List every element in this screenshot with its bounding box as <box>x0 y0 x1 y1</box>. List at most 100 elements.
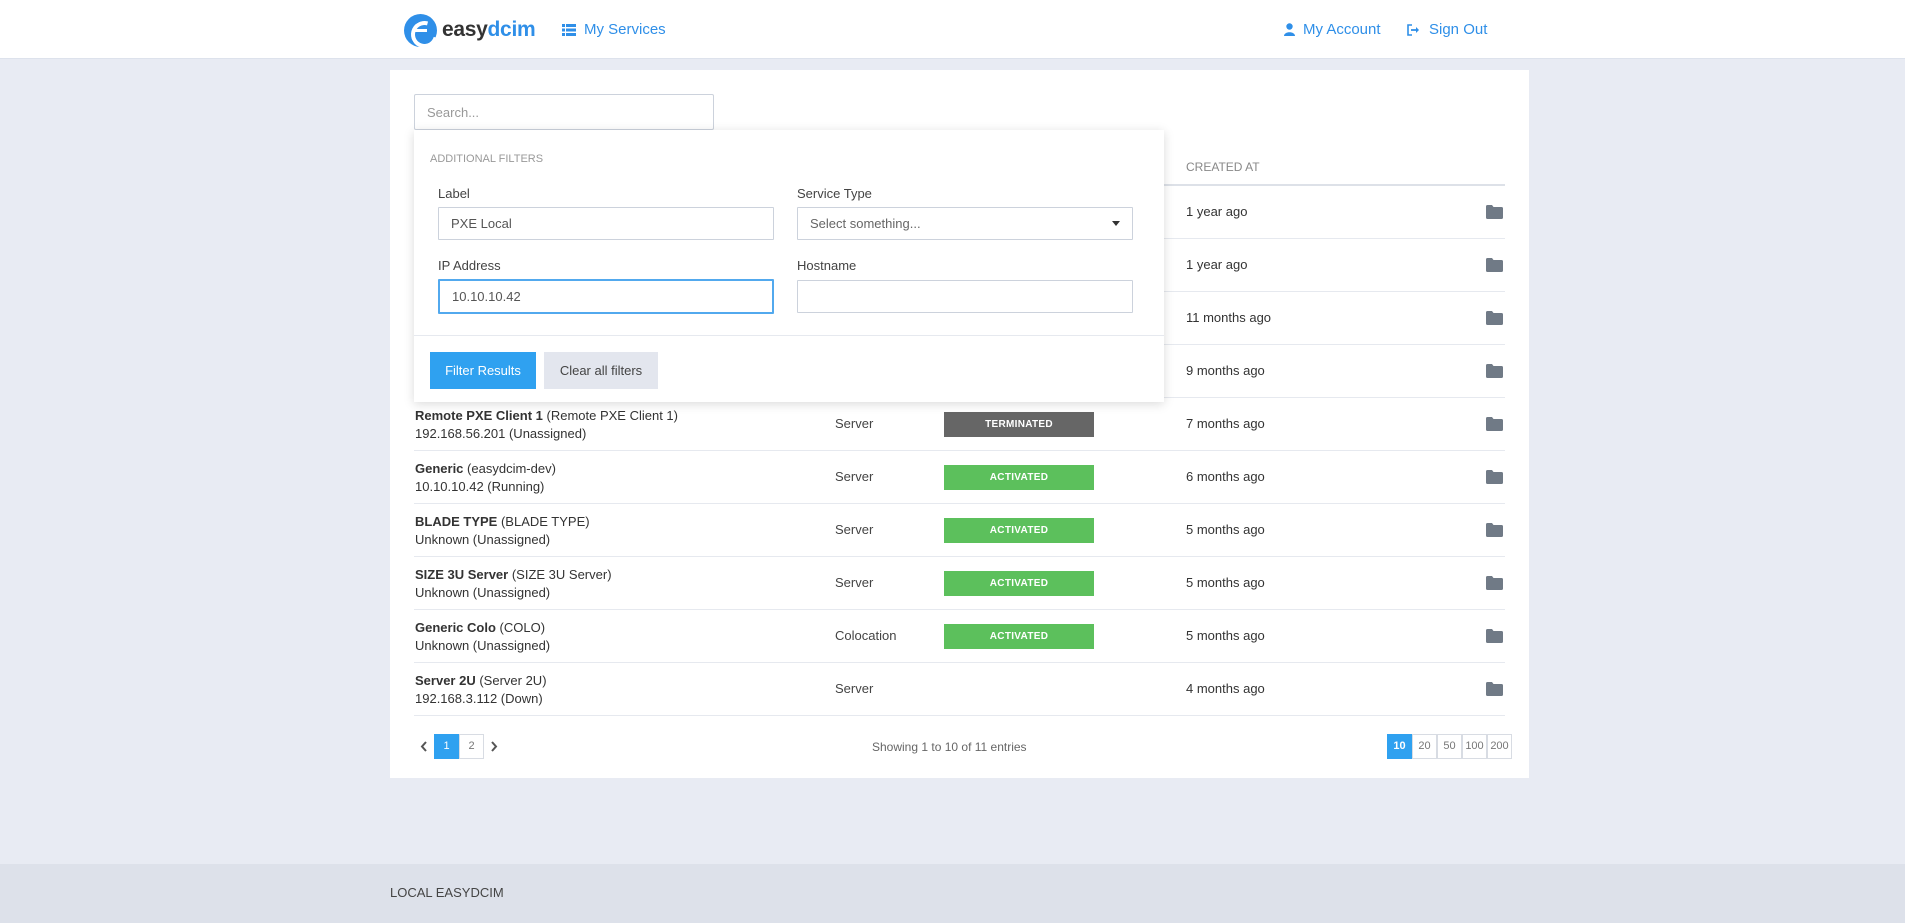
page-button-2[interactable]: 2 <box>459 734 484 759</box>
additional-filters-panel: ADDITIONAL FILTERS Label Service Type Se… <box>414 130 1164 402</box>
page-size-200[interactable]: 200 <box>1487 734 1512 759</box>
nav-sign-out[interactable]: Sign Out <box>1407 21 1487 38</box>
pagination: 1 2 <box>414 734 504 759</box>
hostname-filter-input[interactable] <box>797 280 1133 313</box>
nav-my-services[interactable]: My Services <box>562 21 666 38</box>
ip-address-filter-input[interactable] <box>438 279 774 314</box>
created-at-cell: 9 months ago <box>1186 363 1265 378</box>
table-row[interactable]: Remote PXE Client 1 (Remote PXE Client 1… <box>414 398 1505 451</box>
service-type-field-label: Service Type <box>797 186 872 201</box>
services-list-icon <box>562 23 576 36</box>
table-row[interactable]: Generic (easydcim-dev) 10.10.10.42 (Runni… <box>414 451 1505 504</box>
page-size-selector: 10 20 50 100 200 <box>1387 734 1512 759</box>
ip-address-field-label: IP Address <box>438 258 501 273</box>
service-name-cell: Remote PXE Client 1 (Remote PXE Client 1… <box>415 407 678 443</box>
service-type-cell: Server <box>835 575 874 590</box>
nav-my-services-label: My Services <box>584 21 666 38</box>
folder-icon[interactable] <box>1486 364 1503 378</box>
created-at-cell: 11 months ago <box>1186 310 1272 325</box>
service-type-cell: Server <box>835 469 874 484</box>
page-size-50[interactable]: 50 <box>1437 734 1462 759</box>
service-ip: Unknown (Unassigned) <box>415 532 551 547</box>
label-field-label: Label <box>438 186 470 201</box>
folder-icon[interactable] <box>1486 682 1503 696</box>
chevron-right-icon <box>491 741 498 752</box>
entries-info: Showing 1 to 10 of 11 entries <box>872 740 1027 754</box>
clear-filters-button[interactable]: Clear all filters <box>544 352 658 389</box>
service-name[interactable]: Generic Colo <box>415 620 496 635</box>
created-at-cell: 5 months ago <box>1186 628 1265 643</box>
service-label: (easydcim-dev) <box>467 461 556 476</box>
service-name-cell: SIZE 3U Server (SIZE 3U Server) Unknown (… <box>415 566 612 602</box>
service-name-cell: Generic Colo (COLO) Unknown (Unassigned) <box>415 619 550 655</box>
brand-name: easydcim <box>442 18 536 41</box>
nav-sign-out-label: Sign Out <box>1429 21 1488 38</box>
status-badge: ACTIVATED <box>944 465 1094 490</box>
folder-icon[interactable] <box>1486 311 1503 325</box>
service-name-cell: BLADE TYPE (BLADE TYPE) Unknown (Unassign… <box>415 513 590 549</box>
service-name[interactable]: SIZE 3U Server <box>415 567 508 582</box>
prev-page-button[interactable] <box>414 734 434 759</box>
sign-out-icon <box>1407 23 1419 36</box>
search-input[interactable] <box>414 94 714 130</box>
folder-icon[interactable] <box>1486 258 1503 272</box>
page-button-1[interactable]: 1 <box>434 734 459 759</box>
created-at-cell: 5 months ago <box>1186 522 1265 537</box>
table-row[interactable]: BLADE TYPE (BLADE TYPE) Unknown (Unassign… <box>414 504 1505 557</box>
service-label: (BLADE TYPE) <box>500 514 590 529</box>
label-filter-input[interactable] <box>438 207 774 240</box>
table-row[interactable]: SIZE 3U Server (SIZE 3U Server) Unknown (… <box>414 557 1505 610</box>
service-ip: 192.168.56.201 (Unassigned) <box>415 426 587 441</box>
folder-icon[interactable] <box>1486 576 1503 590</box>
brand-logo[interactable]: easydcim <box>404 12 536 48</box>
service-ip: 10.10.10.42 (Running) <box>415 479 545 494</box>
page-size-10[interactable]: 10 <box>1387 734 1412 759</box>
table-row[interactable]: Generic Colo (COLO) Unknown (Unassigned) … <box>414 610 1505 663</box>
created-at-cell: 5 months ago <box>1186 575 1265 590</box>
folder-icon[interactable] <box>1486 523 1503 537</box>
service-type-cell: Server <box>835 681 874 696</box>
logo-icon <box>404 13 437 47</box>
service-ip: 192.168.3.112 (Down) <box>415 691 543 706</box>
service-label: (COLO) <box>499 620 546 635</box>
service-ip: Unknown (Unassigned) <box>415 638 551 653</box>
hostname-field-label: Hostname <box>797 258 857 273</box>
page-size-20[interactable]: 20 <box>1412 734 1437 759</box>
status-badge: ACTIVATED <box>944 571 1094 596</box>
created-at-cell: 1 year ago <box>1186 257 1248 272</box>
folder-icon[interactable] <box>1486 470 1503 484</box>
created-at-cell: 6 months ago <box>1186 469 1265 484</box>
folder-icon[interactable] <box>1486 205 1503 219</box>
created-at-cell: 1 year ago <box>1186 204 1248 219</box>
service-type-cell: Server <box>835 522 874 537</box>
top-navbar: easydcim My Services My Account Sign Out <box>0 0 1905 59</box>
service-name[interactable]: Server 2U <box>415 673 476 688</box>
filter-results-button[interactable]: Filter Results <box>430 352 536 389</box>
service-label: (Remote PXE Client 1) <box>546 408 679 423</box>
chevron-left-icon <box>420 741 427 752</box>
filters-divider <box>414 335 1164 336</box>
status-badge: TERMINATED <box>944 412 1094 437</box>
service-name[interactable]: BLADE TYPE <box>415 514 497 529</box>
footer-text: LOCAL EASYDCIM <box>390 885 504 900</box>
created-at-cell: 4 months ago <box>1186 681 1265 696</box>
status-badge: ACTIVATED <box>944 624 1094 649</box>
created-at-cell: 7 months ago <box>1186 416 1265 431</box>
page-footer: LOCAL EASYDCIM <box>0 864 1905 923</box>
service-type-select[interactable]: Select something... <box>797 207 1133 240</box>
service-name[interactable]: Generic <box>415 461 463 476</box>
service-type-placeholder: Select something... <box>810 216 921 231</box>
nav-my-account-label: My Account <box>1303 21 1381 38</box>
folder-icon[interactable] <box>1486 629 1503 643</box>
user-icon <box>1284 23 1295 36</box>
table-row[interactable]: Server 2U (Server 2U) 192.168.3.112 (Down… <box>414 663 1505 716</box>
column-header-created-at[interactable]: CREATED AT <box>1186 160 1260 174</box>
service-name[interactable]: Remote PXE Client 1 <box>415 408 543 423</box>
filters-title: ADDITIONAL FILTERS <box>430 153 544 165</box>
caret-down-icon <box>1112 221 1120 226</box>
status-badge: ACTIVATED <box>944 518 1094 543</box>
nav-my-account[interactable]: My Account <box>1284 21 1381 38</box>
next-page-button[interactable] <box>484 734 504 759</box>
page-size-100[interactable]: 100 <box>1462 734 1487 759</box>
folder-icon[interactable] <box>1486 417 1503 431</box>
